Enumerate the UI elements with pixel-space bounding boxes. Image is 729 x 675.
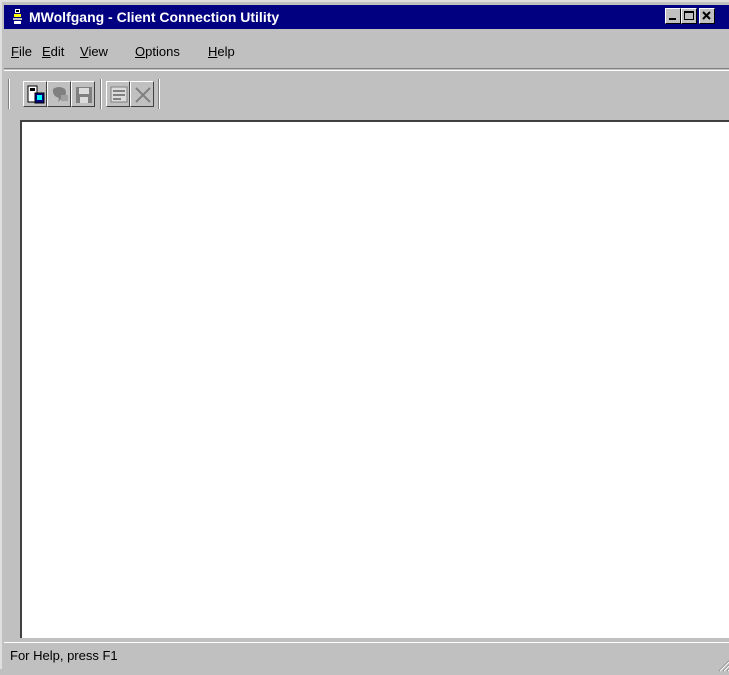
properties-button[interactable] xyxy=(106,81,130,107)
save-button[interactable] xyxy=(71,81,95,107)
menu-help[interactable]: Help xyxy=(208,42,235,62)
title-bar[interactable]: MWolfgang - Client Connection Utility xyxy=(4,5,729,29)
app-icon[interactable] xyxy=(12,9,23,25)
application-window: MWolfgang - Client Connection Utility Fi… xyxy=(0,0,729,672)
resize-grip[interactable] xyxy=(715,656,729,672)
disconnect-button[interactable] xyxy=(47,81,71,107)
maximize-icon xyxy=(684,11,694,20)
properties-icon xyxy=(110,86,128,103)
disconnect-icon xyxy=(52,87,68,102)
toolbar-grip xyxy=(8,79,10,109)
toolbar-separator xyxy=(100,79,102,109)
status-bar: For Help, press F1 xyxy=(4,642,729,672)
menu-bar: File Edit View Options Help xyxy=(4,42,729,62)
toolbar-separator xyxy=(158,79,160,109)
close-button[interactable] xyxy=(699,8,715,24)
close-icon xyxy=(702,11,711,20)
delete-button[interactable] xyxy=(130,81,154,107)
status-text: For Help, press F1 xyxy=(10,648,118,663)
window-title: MWolfgang - Client Connection Utility xyxy=(29,9,280,25)
menu-options[interactable]: Options xyxy=(135,42,180,62)
save-icon xyxy=(76,87,92,103)
connect-button[interactable] xyxy=(23,81,47,107)
maximize-button[interactable] xyxy=(681,8,697,24)
minimize-button[interactable] xyxy=(665,8,681,24)
menu-edit[interactable]: Edit xyxy=(42,42,64,62)
delete-icon xyxy=(135,87,151,103)
client-area[interactable] xyxy=(20,120,729,638)
toolbar xyxy=(4,68,729,115)
menu-file[interactable]: File xyxy=(11,42,32,62)
minimize-icon xyxy=(669,18,676,20)
connect-icon xyxy=(27,85,45,104)
menu-view[interactable]: View xyxy=(80,42,108,62)
